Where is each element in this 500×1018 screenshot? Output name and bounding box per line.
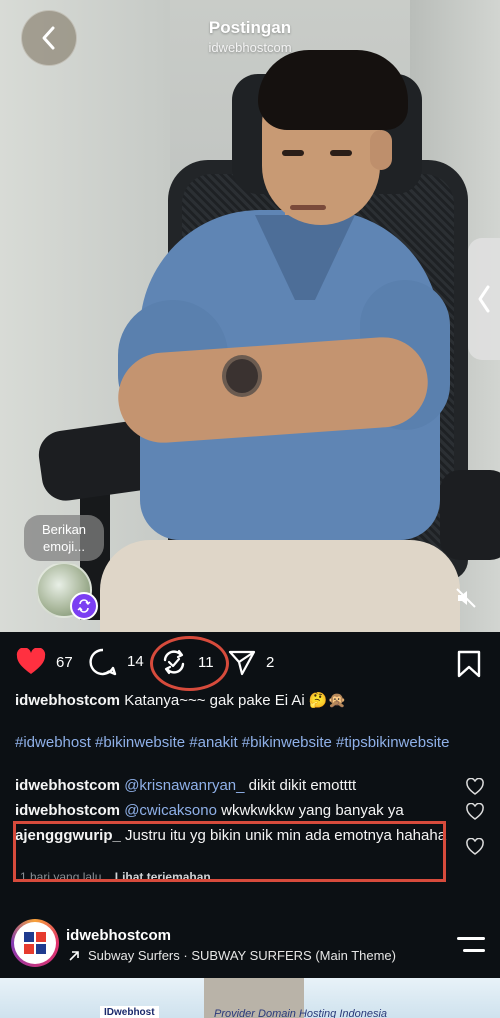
comment-mention[interactable]: @krisnawanryan_: [124, 777, 244, 794]
person-eye-right: [330, 150, 352, 156]
person-ear: [370, 130, 392, 170]
menu-icon[interactable]: [457, 937, 485, 953]
like-count[interactable]: 67: [56, 654, 73, 671]
share-button[interactable]: 2: [228, 648, 274, 676]
comment-like-heart-icon[interactable]: [466, 838, 484, 856]
caption-username[interactable]: idwebhostcom: [15, 692, 120, 709]
annotation-circle: [150, 636, 229, 691]
repost-icon: [77, 599, 91, 613]
music-title: Subway Surfers · SUBWAY SURFERS (Main Th…: [88, 948, 396, 963]
comment-username[interactable]: idwebhostcom: [15, 802, 120, 819]
music-info[interactable]: Subway Surfers · SUBWAY SURFERS (Main Th…: [68, 948, 396, 963]
save-button[interactable]: [457, 650, 481, 683]
person-mouth: [290, 205, 326, 210]
caption-hashtags[interactable]: #idwebhost #bikinwebsite #anakit #bikinw…: [15, 733, 485, 753]
like-button[interactable]: 67: [16, 648, 73, 676]
comment-mention[interactable]: @cwicaksono: [124, 802, 217, 819]
share-count: 2: [266, 653, 275, 671]
page-subtitle[interactable]: idwebhostcom: [0, 40, 500, 55]
page-title: Postingan: [208, 18, 292, 37]
comment-username[interactable]: idwebhostcom: [15, 777, 120, 794]
next-post-preview[interactable]: IDwebhost Provider Domain Hosting Indone…: [0, 978, 500, 1018]
post-caption: idwebhostcom Katanya~~~ gak pake Ei Ai 🤔…: [15, 691, 485, 711]
post-video[interactable]: Postingan idwebhostcom Berikan emoji...: [0, 0, 500, 632]
caption-text: Katanya~~~ gak pake Ei Ai 🤔🙊: [124, 692, 347, 709]
emoji-reaction-prompt[interactable]: Berikan emoji...: [24, 515, 104, 561]
wristwatch: [222, 355, 262, 397]
profile-avatar[interactable]: [11, 919, 59, 967]
repost-badge: [70, 592, 98, 620]
side-panel-handle[interactable]: [468, 238, 500, 360]
comment-count: 14: [127, 653, 144, 670]
idwebhost-logo-icon: [24, 932, 46, 954]
speaker-muted-icon: [456, 588, 476, 608]
profile-username[interactable]: idwebhostcom: [66, 927, 171, 944]
send-paper-plane-icon: [228, 650, 256, 676]
comment-item: idwebhostcom @krisnawanryan_ dikit dikit…: [15, 776, 455, 796]
chair-armrest-right: [440, 470, 500, 560]
mute-button[interactable]: [452, 584, 480, 612]
heart-filled-icon: [16, 648, 46, 674]
comment-item: idwebhostcom @cwicaksono wkwkwkkw yang b…: [15, 801, 455, 821]
chevron-left-icon: [478, 285, 490, 313]
arrow-up-right-icon: [69, 950, 79, 961]
comment-like-heart-icon[interactable]: [466, 778, 484, 796]
comment-text: wkwkwkkw yang banyak ya: [216, 802, 404, 819]
annotation-box: [13, 821, 446, 882]
comment-like-heart-icon[interactable]: [466, 803, 484, 821]
action-bar: 67 14 11 2: [0, 640, 500, 686]
brand-logo: IDwebhost: [100, 1006, 159, 1018]
person-eye-left: [282, 150, 304, 156]
bookmark-icon: [457, 650, 481, 678]
brand-tagline: Provider Domain Hosting Indonesia: [214, 1008, 388, 1018]
person-pants: [100, 540, 460, 632]
person-hair: [258, 50, 408, 130]
profile-music-strip: idwebhostcom Subway Surfers · SUBWAY SUR…: [0, 910, 500, 978]
comment-bubble-icon: [89, 648, 117, 676]
comment-text: dikit dikit emotttt: [244, 777, 357, 794]
